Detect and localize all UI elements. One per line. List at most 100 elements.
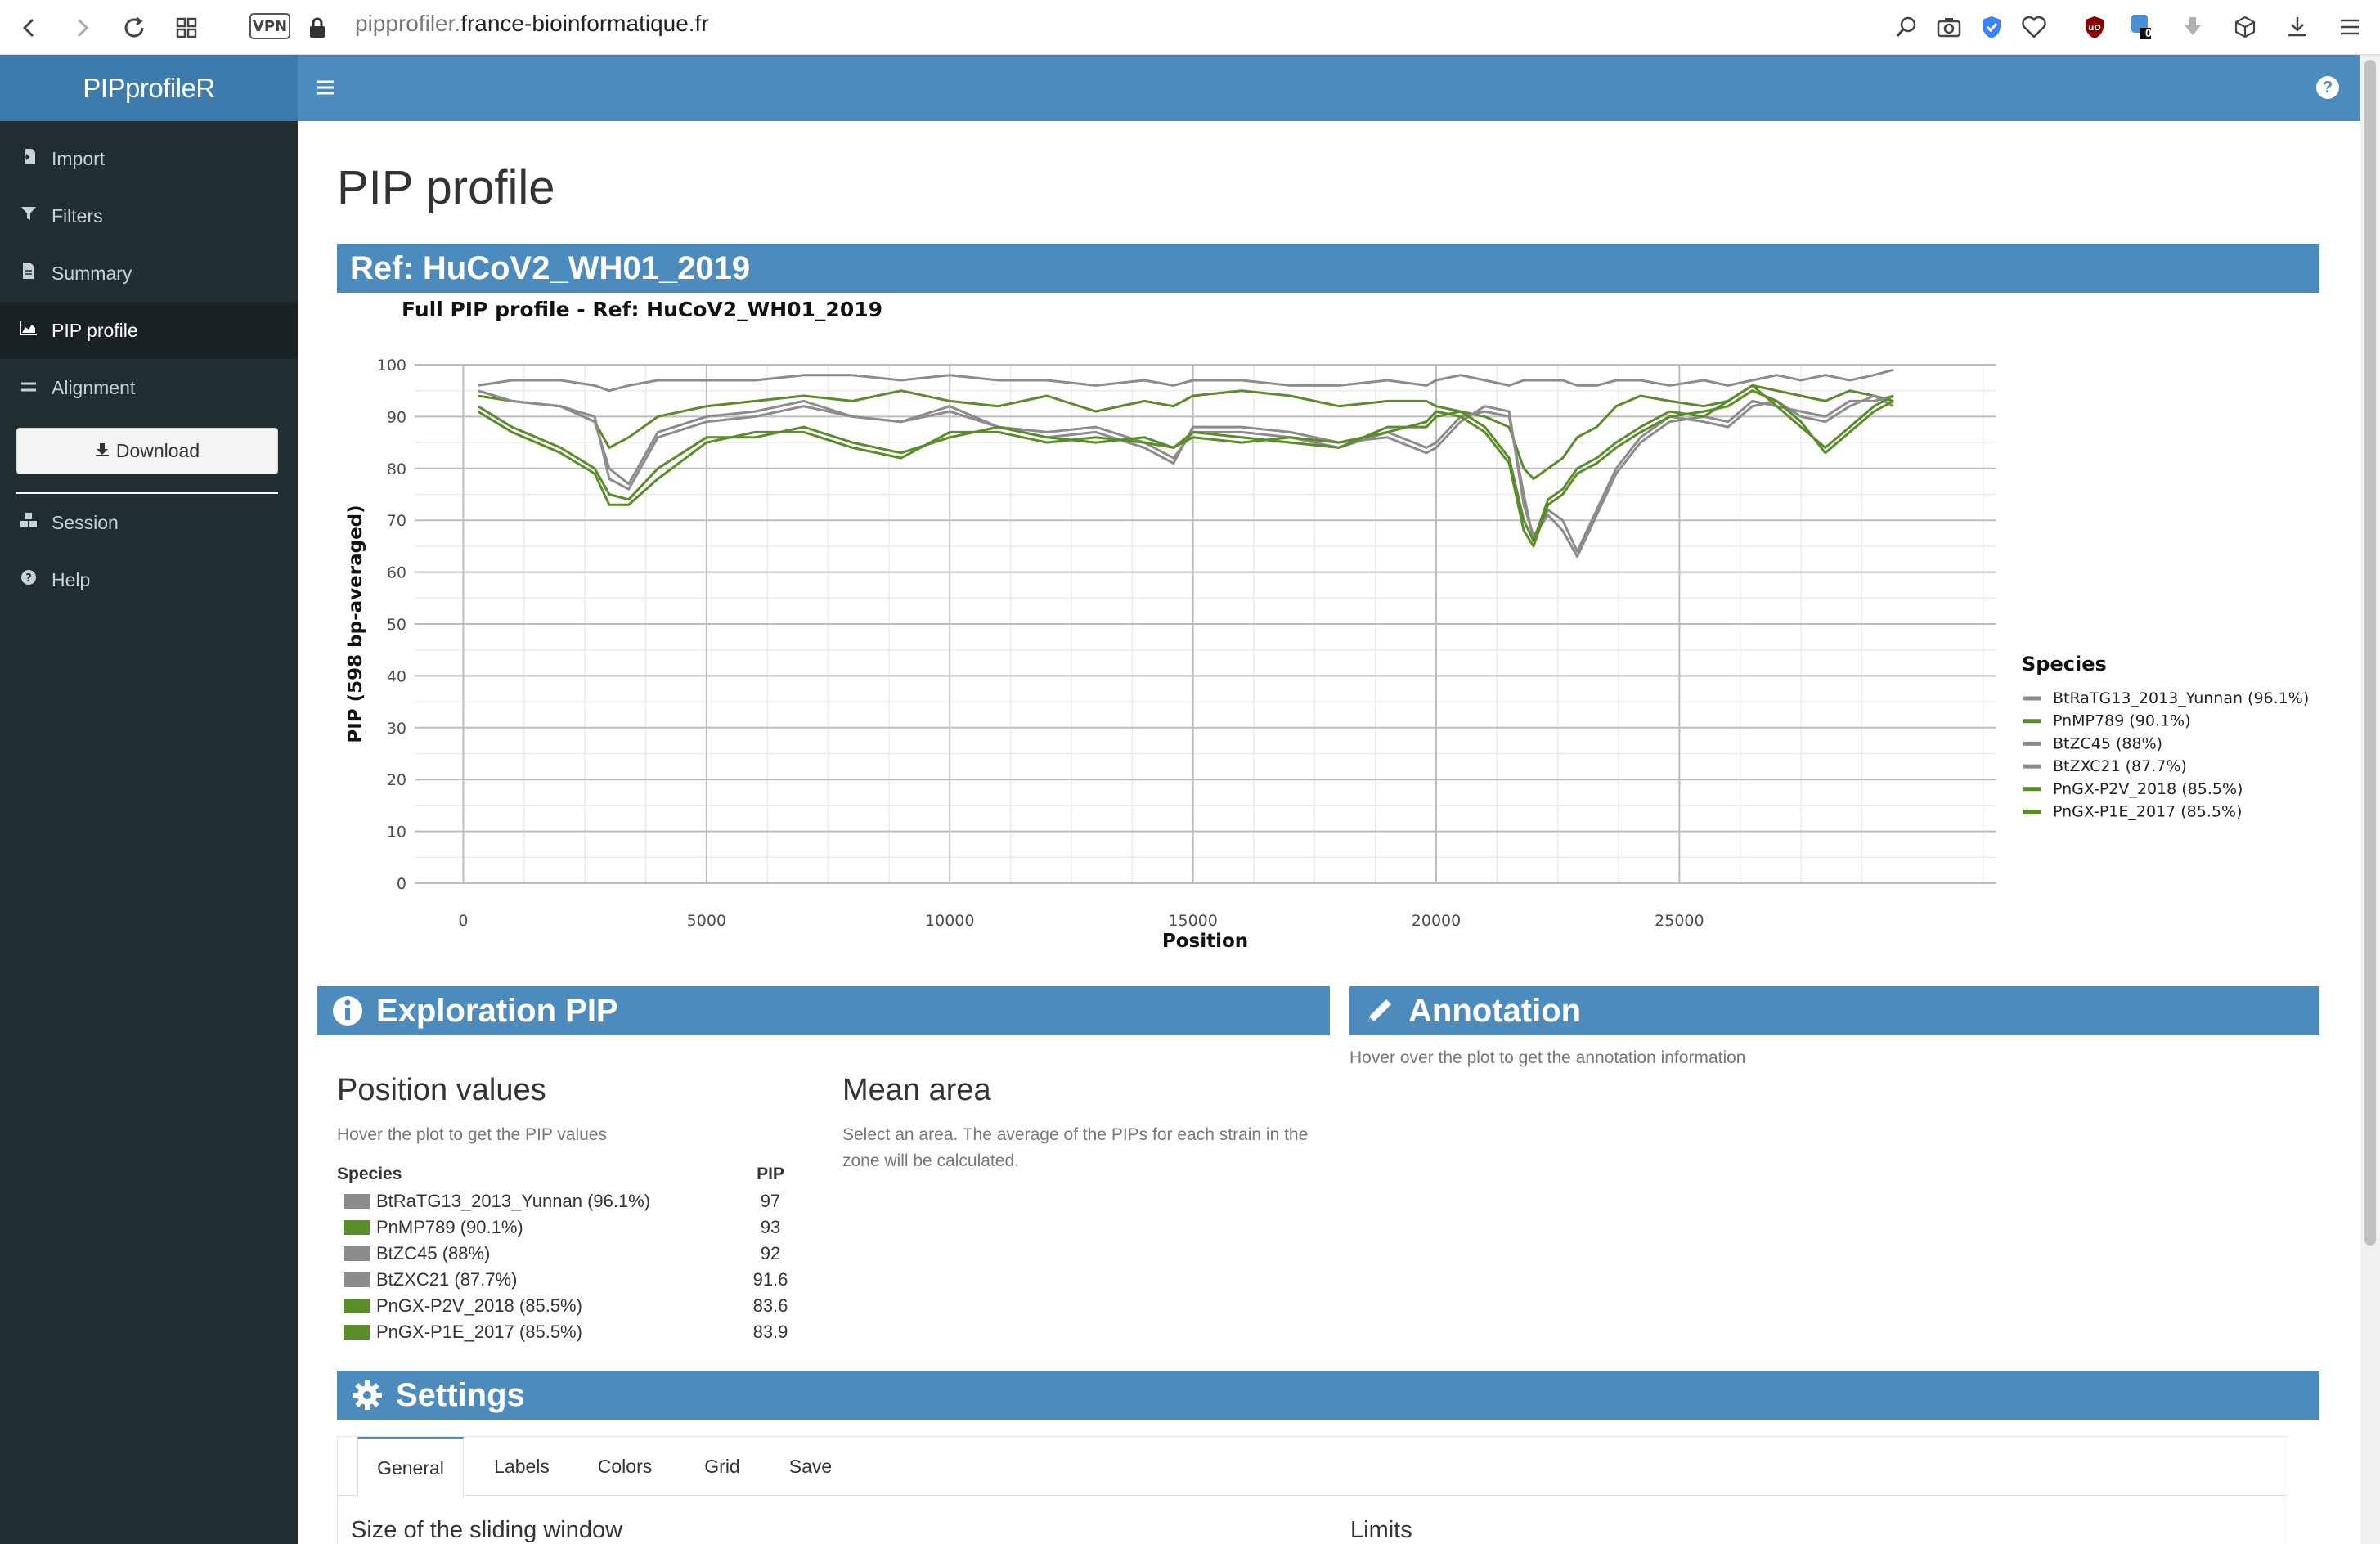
cubes-icon <box>20 512 38 533</box>
sidebar-item-filters[interactable]: Filters <box>0 187 298 245</box>
pip-value: 83.9 <box>752 1322 788 1342</box>
legend-label: BtZC45 (88%) <box>2053 734 2162 752</box>
y-tick-label: 0 <box>397 875 406 893</box>
y-tick-label: 100 <box>377 357 406 375</box>
species-name: BtZC45 (88%) <box>376 1243 491 1263</box>
annotation-box-header: Annotation <box>1349 986 2319 1035</box>
x-tick-label: 10000 <box>925 912 974 930</box>
pip-chart[interactable]: Full PIP profile - Ref: HuCoV2_WH01_2019… <box>337 294 2318 965</box>
app-navbar: PIPprofileR ? <box>0 55 2360 121</box>
extension-badge-count: 0 <box>2145 26 2152 39</box>
settings-box-header: Settings <box>337 1371 2319 1420</box>
table-row: PnGX-P1E_2017 (85.5%) 83.9 <box>337 1322 803 1348</box>
sidebar-item-import[interactable]: Import <box>0 130 298 187</box>
sidebar-item-label: Import <box>52 147 106 169</box>
tab-general[interactable]: General <box>357 1437 464 1497</box>
tab-colors[interactable]: Colors <box>580 1437 670 1496</box>
tab-grid[interactable]: Grid <box>681 1437 763 1496</box>
scrollbar-thumb[interactable] <box>2364 60 2376 1246</box>
url-domain: france-bioinformatique.fr <box>460 11 709 36</box>
table-row: BtRaTG13_2013_Yunnan (96.1%) 97 <box>337 1191 803 1217</box>
legend-swatch <box>344 1194 370 1209</box>
table-row: BtZXC21 (87.7%) 91.6 <box>337 1269 803 1295</box>
ref-box-header: Ref: HuCoV2_WH01_2019 <box>337 244 2319 293</box>
legend-label: PnMP789 (90.1%) <box>2053 712 2191 730</box>
table-row: PnGX-P2V_2018 (85.5%) 83.6 <box>337 1295 803 1322</box>
search-zoom-icon[interactable] <box>1889 10 1924 44</box>
position-values-hint: Hover the plot to get the PIP values <box>337 1125 607 1144</box>
help-question-icon[interactable]: ? <box>2316 76 2339 99</box>
back-icon[interactable] <box>10 8 49 47</box>
page-title: PIP profile <box>337 161 555 214</box>
sidebar-item-label: Session <box>52 511 119 533</box>
extension-badge-icon[interactable]: 0 <box>2123 10 2158 44</box>
sidebar-item-label: Summary <box>52 262 132 284</box>
shield-check-icon[interactable] <box>1974 10 2009 44</box>
sidebar-item-label: Help <box>52 568 91 590</box>
settings-tabs-panel: General Labels Colors Grid Save Size of … <box>337 1436 2288 1544</box>
page-scrollbar[interactable] <box>2360 55 2380 1544</box>
lock-icon[interactable] <box>298 8 337 47</box>
species-name: BtZXC21 (87.7%) <box>376 1269 518 1290</box>
download-button[interactable]: Download <box>16 428 278 474</box>
tab-save[interactable]: Save <box>770 1437 851 1496</box>
mean-area-hint: Select an area. The average of the PIPs … <box>842 1125 1309 1170</box>
camera-icon[interactable] <box>1932 10 1966 44</box>
limits-label: Limits <box>1350 1517 1412 1543</box>
vpn-badge[interactable]: VPN <box>249 13 290 39</box>
settings-tabs: General Labels Colors Grid Save <box>338 1437 2288 1497</box>
tabs-grid-icon[interactable] <box>167 8 206 47</box>
y-tick-label: 70 <box>387 512 406 530</box>
ref-header-title: Ref: HuCoV2_WH01_2019 <box>350 249 751 286</box>
sidebar: Import Filters Summary PIP profile Align… <box>0 121 298 1544</box>
y-tick-label: 40 <box>387 667 406 685</box>
downloads-icon[interactable] <box>2280 10 2315 44</box>
forward-icon[interactable] <box>62 8 101 47</box>
app-brand[interactable]: PIPprofileR <box>0 55 298 121</box>
sidebar-item-label: Alignment <box>52 376 136 398</box>
sidebar-item-alignment[interactable]: Alignment <box>0 359 298 416</box>
sidebar-item-label: Filters <box>52 204 103 227</box>
exploration-box-header: Exploration PIP <box>317 986 1330 1035</box>
heart-icon[interactable] <box>2017 10 2051 44</box>
sidebar-item-summary[interactable]: Summary <box>0 245 298 302</box>
table-header-species: Species <box>337 1165 402 1183</box>
y-tick-label: 90 <box>387 408 406 426</box>
x-tick-label: 20000 <box>1412 912 1461 930</box>
sliding-window-label: Size of the sliding window <box>351 1517 623 1543</box>
question-circle-icon: ? <box>20 569 38 590</box>
download-arrow-gray-icon[interactable] <box>2176 10 2210 44</box>
series-line <box>478 384 1894 480</box>
chart-svg[interactable]: 0 10 20 30 40 50 60 70 80 90 100 0 5000 10000 15000 200… <box>337 294 2318 965</box>
chart-title: Full PIP profile - Ref: HuCoV2_WH01_2019 <box>402 298 883 321</box>
tab-labels[interactable]: Labels <box>477 1437 567 1496</box>
reload-icon[interactable] <box>115 8 154 47</box>
annotation-hint: Hover over the plot to get the annotatio… <box>1349 1048 1746 1067</box>
area-chart-icon <box>20 321 38 340</box>
table-row: BtZC45 (88%) 92 <box>337 1243 803 1269</box>
legend-swatch <box>344 1299 370 1313</box>
filter-icon <box>20 205 38 227</box>
y-tick-label: 60 <box>387 564 406 582</box>
download-label: Download <box>115 440 200 461</box>
pip-value: 83.6 <box>752 1295 788 1316</box>
pip-value: 93 <box>760 1217 781 1237</box>
sidebar-toggle-icon[interactable] <box>311 73 340 102</box>
legend-label: BtZXC21 (87.7%) <box>2053 757 2187 775</box>
pip-value: 92 <box>760 1243 781 1263</box>
series-line <box>478 368 1894 393</box>
ublock-icon[interactable]: uO <box>2077 10 2112 44</box>
equals-icon <box>20 379 38 397</box>
info-circle-icon <box>330 994 365 1028</box>
x-tick-label: 15000 <box>1168 912 1217 930</box>
sidebar-item-session[interactable]: Session <box>0 494 298 551</box>
sidebar-item-help[interactable]: ? Help <box>0 551 298 608</box>
position-values-title: Position values <box>337 1073 546 1107</box>
mean-area-title: Mean area <box>842 1073 991 1107</box>
x-tick-label: 0 <box>458 912 468 930</box>
address-bar[interactable]: pipprofiler.france-bioinformatique.fr <box>355 11 709 37</box>
box-icon[interactable] <box>2228 10 2262 44</box>
sidebar-item-pip-profile[interactable]: PIP profile <box>0 302 298 359</box>
y-tick-label: 10 <box>387 824 406 842</box>
menu-icon[interactable] <box>2333 10 2367 44</box>
